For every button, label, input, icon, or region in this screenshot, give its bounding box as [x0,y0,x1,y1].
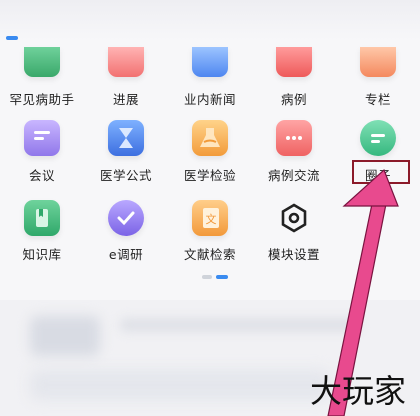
watermark-text: 大玩家 [309,372,406,410]
pink-arrow-icon [327,168,399,416]
